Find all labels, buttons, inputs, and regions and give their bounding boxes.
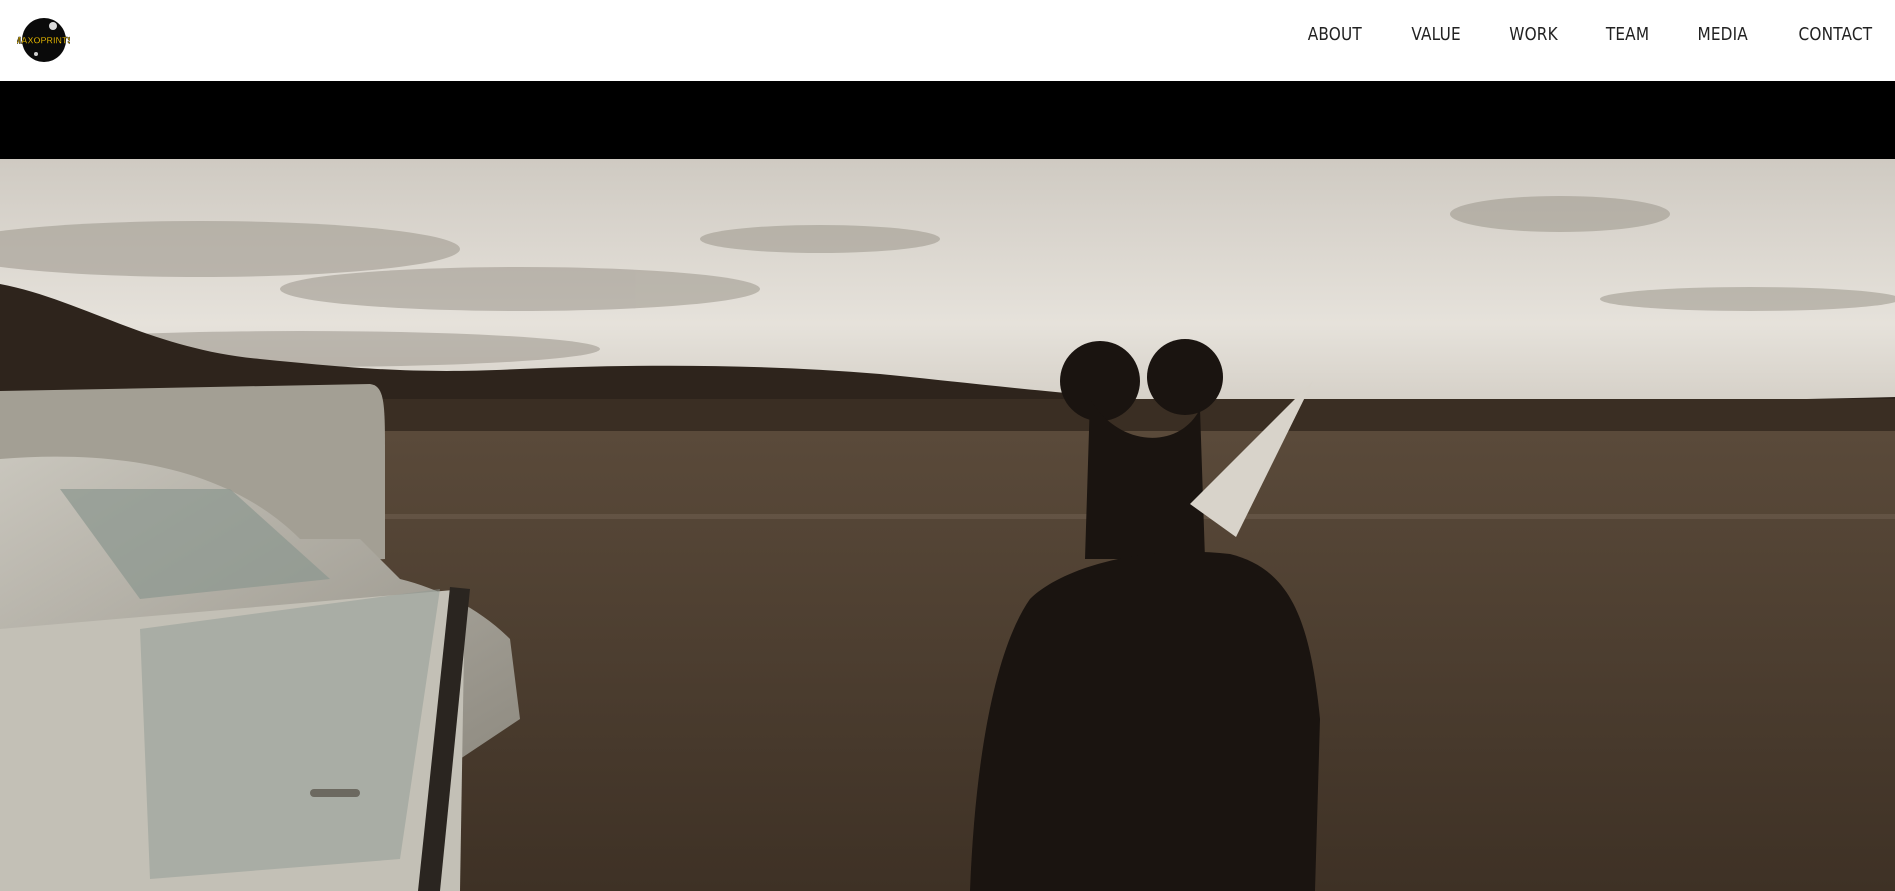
hero-letterbox-bar [0, 81, 1895, 159]
svg-text:MAXOPRINTS: MAXOPRINTS [17, 36, 70, 46]
maxoprints-logo-icon: MAXOPRINTS [17, 18, 70, 62]
nav-item-work[interactable]: WORK [1509, 24, 1558, 45]
nav-item-value[interactable]: VALUE [1411, 24, 1460, 45]
nav-item-about[interactable]: ABOUT [1308, 24, 1362, 45]
nav-item-team[interactable]: TEAM [1606, 24, 1649, 45]
hero-video[interactable] [0, 159, 1895, 891]
nav-item-contact[interactable]: CONTACT [1799, 24, 1873, 45]
main-nav: ABOUT VALUE WORK TEAM MEDIA CONTACT [1303, 0, 1879, 69]
nav-item-media[interactable]: MEDIA [1697, 24, 1747, 45]
hero-scene-image [0, 159, 1895, 891]
brand-logo[interactable]: MAXOPRINTS [17, 16, 70, 64]
site-header: MAXOPRINTS ABOUT VALUE WORK TEAM MEDIA C… [0, 0, 1895, 81]
